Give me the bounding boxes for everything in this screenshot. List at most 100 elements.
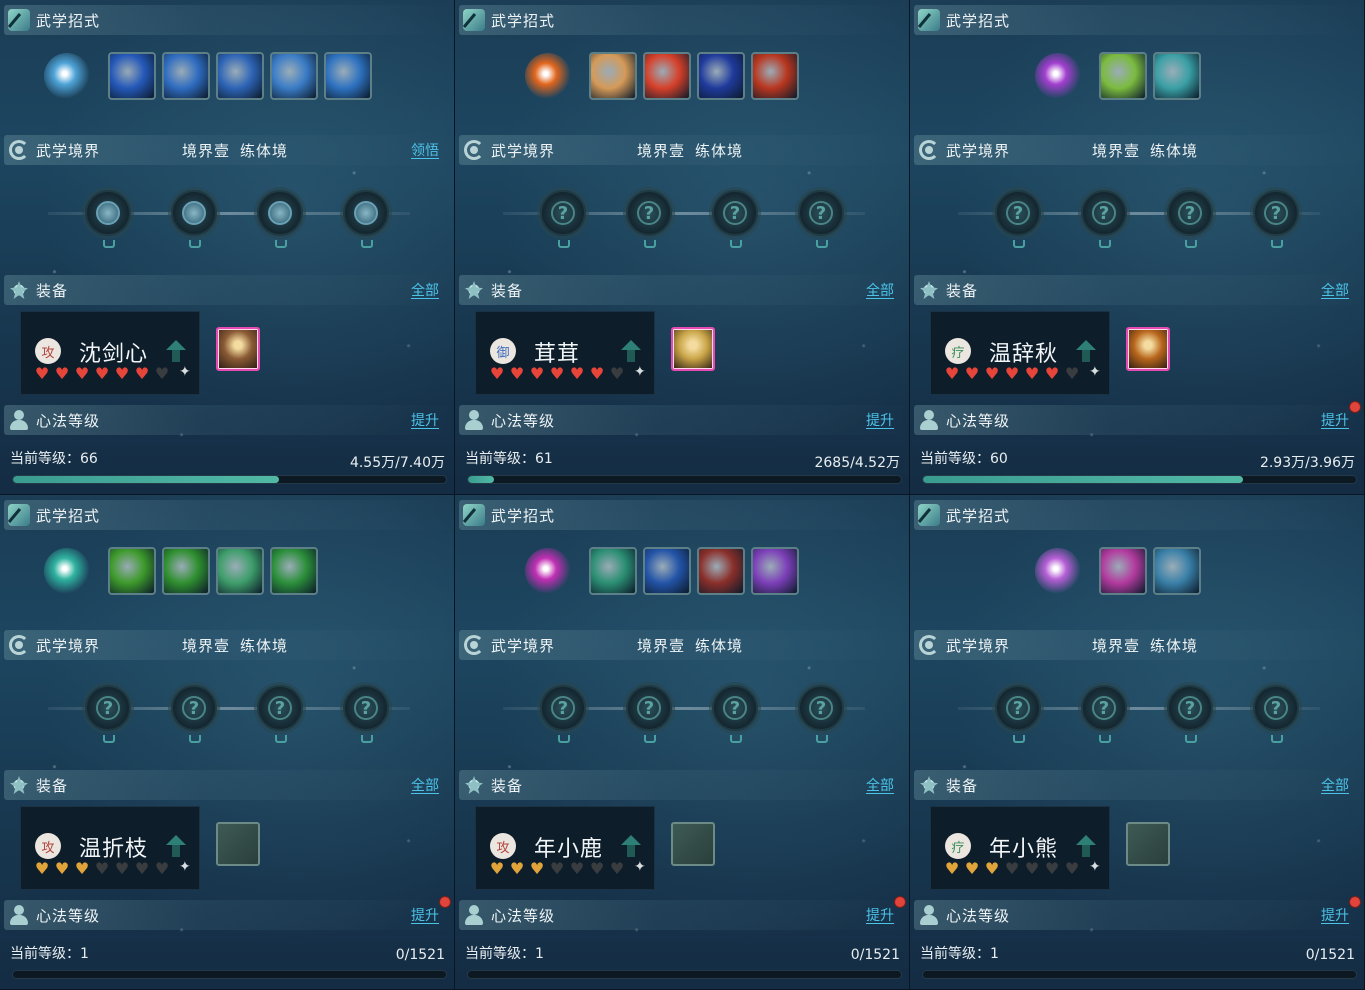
upgrade-link[interactable]: 提升 xyxy=(866,410,894,430)
realm-node[interactable]: ? xyxy=(995,190,1041,248)
character-card[interactable]: 御 茸茸 ♥ ♥ ♥ ♥ ♥ ♥ ♥ ✦ xyxy=(475,311,655,395)
skill-icon[interactable] xyxy=(1153,52,1201,100)
realm-node[interactable]: ? xyxy=(1081,685,1127,743)
mind-title: 心法等级 xyxy=(946,411,1011,430)
character-card[interactable]: 攻 年小鹿 ♥ ♥ ♥ ♥ ♥ ♥ ♥ ✦ xyxy=(475,806,655,890)
empty-gear-slot[interactable] xyxy=(671,822,715,866)
heart-icon: ♥ xyxy=(529,364,545,383)
equip-title: 装备 xyxy=(946,776,979,795)
realm-node[interactable]: ? xyxy=(85,685,131,743)
character-card[interactable]: 疗 年小熊 ♥ ♥ ♥ ♥ ♥ ♥ ♥ ✦ xyxy=(930,806,1110,890)
skill-icon[interactable] xyxy=(643,547,691,595)
armor-gear-icon[interactable] xyxy=(671,327,715,371)
skill-icon[interactable] xyxy=(589,547,637,595)
skill-icon[interactable] xyxy=(108,547,156,595)
realm-node[interactable]: ? xyxy=(343,685,389,743)
upgrade-link[interactable]: 提升 xyxy=(411,905,439,925)
realm-node[interactable]: ? xyxy=(1253,190,1299,248)
heart-icon: ♥ xyxy=(154,364,170,383)
mind-header: 心法等级 提升 xyxy=(459,405,906,435)
realm-node[interactable]: ? xyxy=(798,190,844,248)
skill-icon[interactable] xyxy=(270,52,318,100)
character-card[interactable]: 疗 温辞秋 ♥ ♥ ♥ ♥ ♥ ♥ ♥ ✦ xyxy=(930,311,1110,395)
skill-icon[interactable] xyxy=(751,52,799,100)
equip-header: 装备 全部 xyxy=(459,275,906,305)
skill-orb-icon[interactable] xyxy=(1035,548,1081,594)
mind-title: 心法等级 xyxy=(491,906,556,925)
equip-all-link[interactable]: 全部 xyxy=(1321,775,1349,795)
upgrade-link[interactable]: 提升 xyxy=(1321,905,1349,925)
equip-all-link[interactable]: 全部 xyxy=(866,280,894,300)
realm-header: 武学境界 境界壹 练体境 xyxy=(459,630,906,660)
skill-orb-icon[interactable] xyxy=(525,53,571,99)
character-card[interactable]: 攻 温折枝 ♥ ♥ ♥ ♥ ♥ ♥ ♥ ✦ xyxy=(20,806,200,890)
equip-all-link[interactable]: 全部 xyxy=(866,775,894,795)
heart-icon: ♥ xyxy=(114,364,130,383)
skill-icon[interactable] xyxy=(216,52,264,100)
skill-icon[interactable] xyxy=(1099,52,1147,100)
skill-icon[interactable] xyxy=(324,52,372,100)
realm-node-tab xyxy=(558,735,570,743)
upgrade-link[interactable]: 提升 xyxy=(1321,410,1349,430)
realm-node[interactable]: ? xyxy=(798,685,844,743)
skill-scroll-icon xyxy=(463,9,485,31)
realm-node[interactable] xyxy=(85,190,131,248)
skill-orb-icon[interactable] xyxy=(44,53,90,99)
realm-comprehend-link[interactable]: 领悟 xyxy=(411,140,439,160)
skill-icon[interactable] xyxy=(162,52,210,100)
question-icon: ? xyxy=(1006,201,1030,225)
realm-node[interactable]: ? xyxy=(540,190,586,248)
realm-node[interactable]: ? xyxy=(712,685,758,743)
realm-node[interactable]: ? xyxy=(257,685,303,743)
realm-node[interactable]: ? xyxy=(171,685,217,743)
realm-node[interactable] xyxy=(343,190,389,248)
skill-icon[interactable] xyxy=(1153,547,1201,595)
realm-title: 武学境界 xyxy=(946,636,1011,655)
heart-icon: ♥ xyxy=(74,364,90,383)
realm-node[interactable]: ? xyxy=(1081,190,1127,248)
realm-title: 武学境界 xyxy=(36,636,101,655)
realm-node[interactable]: ? xyxy=(712,190,758,248)
skill-icon[interactable] xyxy=(270,547,318,595)
skill-icon[interactable] xyxy=(1099,547,1147,595)
realm-node[interactable] xyxy=(257,190,303,248)
mind-title: 心法等级 xyxy=(946,906,1011,925)
realm-node[interactable]: ? xyxy=(540,685,586,743)
empty-gear-slot[interactable] xyxy=(1126,822,1170,866)
realm-node[interactable]: ? xyxy=(626,685,672,743)
skill-icon[interactable] xyxy=(108,52,156,100)
equip-all-link[interactable]: 全部 xyxy=(1321,280,1349,300)
skill-icon[interactable] xyxy=(216,547,264,595)
heart-rating: ♥ ♥ ♥ ♥ ♥ ♥ ♥ xyxy=(488,861,626,877)
armor-gear-icon[interactable] xyxy=(216,327,260,371)
realm-node[interactable]: ? xyxy=(995,685,1041,743)
realm-node[interactable]: ? xyxy=(1167,685,1213,743)
skill-icon[interactable] xyxy=(162,547,210,595)
skill-orb-icon[interactable] xyxy=(1035,53,1081,99)
skill-orb-icon[interactable] xyxy=(525,548,571,594)
role-badge: 攻 xyxy=(35,833,61,859)
heart-icon: ♥ xyxy=(964,859,980,878)
realm-node[interactable]: ? xyxy=(626,190,672,248)
skill-icon[interactable] xyxy=(643,52,691,100)
upgrade-link[interactable]: 提升 xyxy=(411,410,439,430)
equip-all-link[interactable]: 全部 xyxy=(411,775,439,795)
character-panel: 武学招式 武学境界 境界壹 练体境 ???? 装备 全部 攻 年小鹿 ♥ ♥ ♥ ♥ ♥ ♥… xyxy=(455,495,910,990)
equip-all-link[interactable]: 全部 xyxy=(411,280,439,300)
skill-icon[interactable] xyxy=(697,52,745,100)
realm-node[interactable]: ? xyxy=(1253,685,1299,743)
skill-icon[interactable] xyxy=(589,52,637,100)
exp-progress-fill xyxy=(923,476,1244,483)
upgrade-link[interactable]: 提升 xyxy=(866,905,894,925)
skill-icon[interactable] xyxy=(697,547,745,595)
skill-orb-icon[interactable] xyxy=(44,548,90,594)
realm-node[interactable] xyxy=(171,190,217,248)
realm-node[interactable]: ? xyxy=(1167,190,1213,248)
empty-gear-slot[interactable] xyxy=(216,822,260,866)
realm-node-tab xyxy=(1271,735,1283,743)
character-card[interactable]: 攻 沈剑心 ♥ ♥ ♥ ♥ ♥ ♥ ♥ ✦ xyxy=(20,311,200,395)
armor-gear-icon[interactable] xyxy=(1126,327,1170,371)
heart-icon: ♥ xyxy=(1004,364,1020,383)
skill-icon[interactable] xyxy=(751,547,799,595)
figure-icon: ✦ xyxy=(179,364,191,380)
